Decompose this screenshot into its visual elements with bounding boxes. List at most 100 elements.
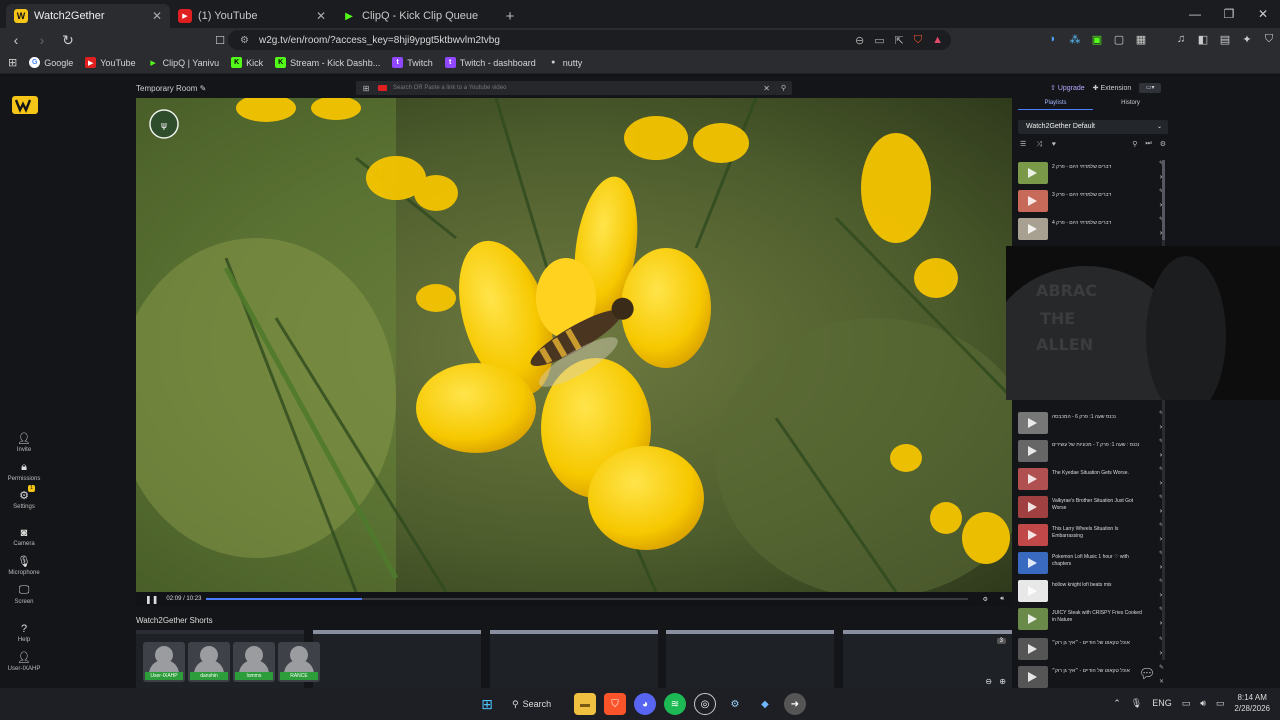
screen-button[interactable]: 🖵︎ Screen <box>0 584 48 605</box>
gear-icon[interactable]: ⚙ <box>1160 140 1166 148</box>
taskbar-search[interactable]: ⚲ Search <box>506 693 566 715</box>
edit-icon[interactable]: ✎ <box>200 84 207 93</box>
site-settings-icon[interactable]: ⚙ <box>240 35 249 46</box>
steam-icon[interactable]: ⚙ <box>724 693 746 715</box>
app-icon[interactable]: ◆ <box>754 693 776 715</box>
bookmark-kick[interactable]: K Kick <box>231 57 263 68</box>
edit-icon[interactable]: ✎ <box>1159 664 1164 671</box>
layout-toggle-button[interactable]: ▭▾ <box>1139 83 1162 93</box>
brave-icon[interactable]: ⛉ <box>604 693 626 715</box>
remove-icon[interactable]: ✕ <box>1159 678 1164 685</box>
room-title[interactable]: Temporary Room ✎ <box>136 84 206 93</box>
playlist-item[interactable]: Valkyrae's Brother Situation Just Got Wo… <box>1018 494 1164 520</box>
music-icon[interactable]: ♫ <box>1174 32 1188 46</box>
sidebar-icon[interactable]: ◧ <box>1196 32 1210 46</box>
brave-rewards-icon[interactable]: ▲ <box>932 34 943 47</box>
grid-icon[interactable]: ⊞ <box>356 84 376 93</box>
zoom-icon[interactable]: ⊖ <box>855 34 864 47</box>
webcam-overlay[interactable]: ABRAC THE ALLEN <box>1006 246 1280 400</box>
restore-icon[interactable]: ❐ <box>1212 0 1246 28</box>
url-field[interactable]: ⚙ w2g.tv/en/room/?access_key=8hji9ypgt5k… <box>228 30 951 50</box>
cast-icon[interactable]: ▭ <box>874 34 884 47</box>
microphone-button[interactable]: 🎙︎ Microphone <box>0 555 48 576</box>
bookmark-nutty[interactable]: ● nutty <box>548 57 582 68</box>
language-indicator[interactable]: ENG <box>1152 698 1172 708</box>
tab-history[interactable]: History <box>1093 100 1168 110</box>
close-tab-icon[interactable]: ✕ <box>316 9 326 23</box>
file-explorer-icon[interactable]: ▬ <box>574 693 596 715</box>
skip-icon[interactable]: ⏭ <box>1145 140 1151 148</box>
playlist-item[interactable]: נכנס שעה 1: פרק 6 - המכבסה✎✕ <box>1018 410 1164 436</box>
heart-icon[interactable]: ♥ <box>1052 141 1056 148</box>
playlist-item[interactable]: JUICY Steak with CRISPY Fries Cooked in … <box>1018 606 1164 632</box>
close-window-icon[interactable]: ✕ <box>1246 0 1280 28</box>
playlist-item[interactable]: Pokemon Lofi Music 1 hour ♡ with chapter… <box>1018 550 1164 576</box>
bookmark-twitch[interactable]: t Twitch <box>392 57 433 68</box>
search-icon[interactable]: ⚲ <box>781 84 786 92</box>
tab-clipq[interactable]: ▶ ClipQ - Kick Clip Queue <box>334 4 498 28</box>
search-icon[interactable]: ⚲ <box>1132 140 1137 148</box>
extension-button[interactable]: ✚ Extension <box>1093 84 1132 92</box>
chevron-up-icon[interactable]: ⌃ <box>1113 698 1121 709</box>
playlist-item[interactable]: דברים שלמדתי היום - פרק 4✎✕ <box>1018 216 1164 242</box>
camera-button[interactable]: ◙ Camera <box>0 527 48 547</box>
new-tab-button[interactable]: + <box>498 4 522 28</box>
close-tab-icon[interactable]: ✕ <box>152 9 162 23</box>
discord-icon[interactable]: ◕ <box>634 693 656 715</box>
bookmark-clipq[interactable]: ▶ ClipQ | Yanivu <box>148 57 219 68</box>
leo-icon[interactable]: ✦ <box>1240 32 1254 46</box>
wallet-icon[interactable]: ▤ <box>1218 32 1232 46</box>
playlist-scrollbar[interactable] <box>1162 160 1165 660</box>
zoom-out-icon[interactable]: ⊖ <box>985 677 992 686</box>
user-tile[interactable]: lomms <box>233 642 275 682</box>
short-card[interactable]: 3 ⊖ ⊕ <box>843 630 1012 688</box>
brave-shield-icon[interactable]: ⛉ <box>914 34 922 47</box>
video-search-bar[interactable]: ⊞ Search OR Paste a link to a Youtube vi… <box>356 81 792 95</box>
minimize-icon[interactable]: — <box>1178 0 1212 28</box>
playlist-item[interactable]: דברים שלמדתי היום - פרק 2✎✕ <box>1018 160 1164 186</box>
pause-icon[interactable]: ❚❚ <box>145 595 158 604</box>
list-icon[interactable]: ☰ <box>1020 141 1026 148</box>
playlist-item[interactable]: hollow knight lofi beats mix✎✕ <box>1018 578 1164 604</box>
apps-grid-icon[interactable]: ⊞ <box>8 56 17 69</box>
bookmark-twitch-dashboard[interactable]: t Twitch - dashboard <box>444 57 536 68</box>
vpn-icon[interactable]: ⛉ <box>1262 32 1276 46</box>
user-button[interactable]: 👤︎ User-IXAHP <box>0 651 48 672</box>
zoom-in-icon[interactable]: ⊕ <box>999 677 1006 686</box>
user-tile[interactable]: User-IXAHP <box>143 642 185 682</box>
clock[interactable]: 8:14 AM 2/28/2026 <box>1234 692 1270 714</box>
extension-icon[interactable]: ▢ <box>1112 32 1126 46</box>
volume-icon[interactable]: 🔊︎ <box>1000 596 1004 603</box>
bookmark-icon[interactable]: ☐ <box>210 34 230 47</box>
playlist-item[interactable]: The Kyedae Situation Gets Worse.✎✕ <box>1018 466 1164 492</box>
progress-bar[interactable] <box>206 598 968 600</box>
help-button[interactable]: ? Help <box>0 623 48 643</box>
bookmark-youtube[interactable]: ▶ YouTube <box>85 57 136 68</box>
tab-youtube[interactable]: ▶ (1) YouTube ✕ <box>170 4 334 28</box>
playlist-select[interactable]: Watch2Gether Default ⌄ <box>1018 120 1168 134</box>
video-player[interactable]: ψ <box>136 98 1012 592</box>
clear-icon[interactable]: ✕ <box>763 84 770 93</box>
short-card[interactable] <box>490 630 658 688</box>
playlist-item[interactable]: דברים שלמדתי היום - פרק 3✎✕ <box>1018 188 1164 214</box>
extension-icon[interactable]: ◗ <box>1046 32 1060 46</box>
invite-button[interactable]: 👤︎ Invite <box>0 432 48 453</box>
extension-icon[interactable]: ▣ <box>1090 32 1104 46</box>
tab-watch2gether[interactable]: W Watch2Gether ✕ <box>6 4 170 28</box>
extension-icon[interactable]: ▦ <box>1134 32 1148 46</box>
microphone-icon[interactable]: 🎙︎ <box>1131 698 1142 709</box>
chat-button[interactable]: 💬︎ <box>1136 666 1158 686</box>
permissions-button[interactable]: 🔒︎ Permissions <box>0 461 48 482</box>
forward-icon[interactable]: › <box>32 32 52 48</box>
spotify-icon[interactable]: ≋ <box>664 693 686 715</box>
app-icon[interactable]: ➜ <box>784 693 806 715</box>
back-icon[interactable]: ‹ <box>6 32 26 48</box>
playlist-item[interactable]: נכנס : שעה 1: פרק 7 - מכוניות של עשירים✎… <box>1018 438 1164 464</box>
extension-icon[interactable]: ⁂ <box>1068 32 1082 46</box>
scrollbar-thumb[interactable] <box>1162 160 1165 240</box>
volume-icon[interactable]: 🔊︎ <box>1200 698 1206 709</box>
upgrade-button[interactable]: ⇧ Upgrade <box>1050 84 1085 92</box>
user-tile[interactable]: RANCE <box>278 642 320 682</box>
settings-button[interactable]: ⚙ Settings 1 <box>0 485 48 510</box>
obs-icon[interactable]: ◎ <box>694 693 716 715</box>
